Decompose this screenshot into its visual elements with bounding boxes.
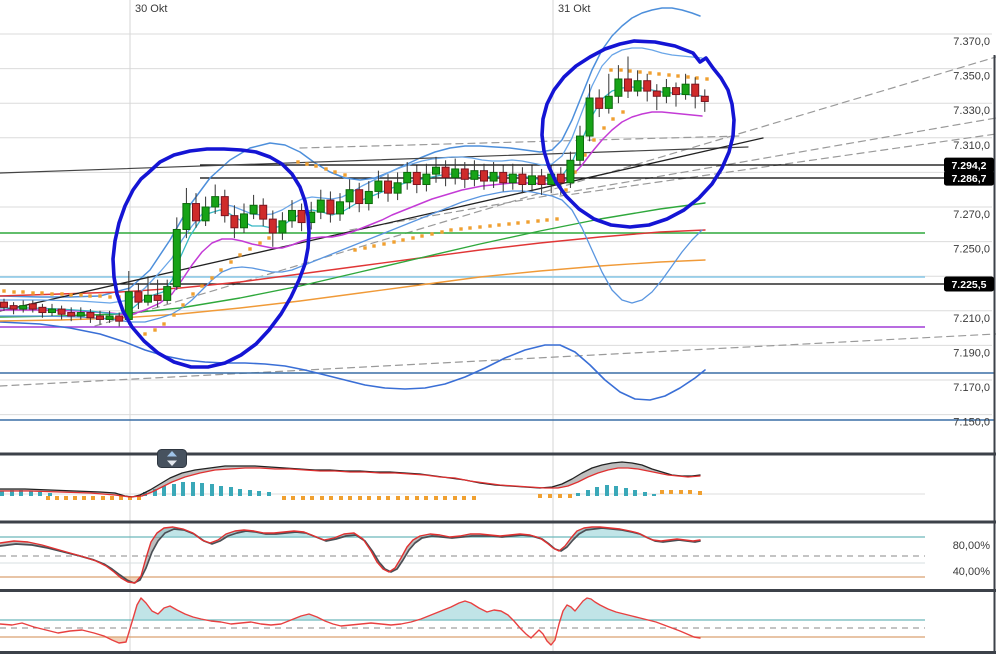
candle-up (211, 196, 220, 208)
candle-down (57, 308, 66, 315)
candle-up (240, 213, 248, 229)
candle-down (38, 306, 47, 314)
candle-up (566, 159, 575, 184)
candle-up (633, 80, 642, 92)
candle-up (393, 182, 402, 194)
candle-down (220, 196, 229, 217)
candle-down (441, 166, 450, 179)
candle-down (624, 78, 632, 92)
candle-down (134, 291, 143, 303)
candle-up (470, 170, 479, 180)
candle-up (76, 312, 85, 317)
price-label: 7.150,0 (953, 417, 990, 429)
percent-label: 80,00% (953, 540, 991, 552)
price-label: 7.170,0 (953, 382, 990, 394)
candle-down (192, 203, 200, 222)
candle-up (288, 209, 296, 222)
price-badge-text: 7.225,5 (951, 279, 986, 291)
candle-down (518, 173, 527, 186)
candle-down (153, 294, 162, 301)
price-label: 7.310,0 (953, 140, 990, 152)
candle-up (316, 199, 325, 213)
price-badge-text: 7.294,2 (951, 160, 986, 172)
price-label: 7.370,0 (953, 36, 990, 48)
candle-down (28, 303, 37, 310)
candle-up (19, 305, 28, 310)
candle-up (163, 286, 172, 301)
candle-down (700, 95, 709, 102)
candle-up (662, 87, 671, 97)
date-label: 30 Okt (135, 3, 167, 15)
candle-down (0, 301, 8, 308)
price-label: 7.270,0 (953, 209, 990, 221)
price-badge-text: 7.286,7 (951, 173, 986, 185)
candle-down (412, 171, 421, 186)
candle-down (268, 218, 277, 234)
candle-up (528, 175, 536, 186)
candle-down (86, 312, 95, 319)
candle-down (537, 175, 546, 186)
candle-up (172, 228, 181, 288)
candle-up (614, 78, 623, 97)
candle-up (105, 315, 114, 320)
candle-up (451, 168, 460, 179)
candle-up (432, 166, 440, 175)
candle-up (576, 135, 584, 161)
candle-down (652, 90, 661, 97)
trading-chart-window: 30 Okt 31 Okt 7.370,0 7.350,0 7.330,0 7.310,0… (0, 0, 996, 654)
candle-down (9, 305, 18, 310)
candle-up (681, 83, 690, 96)
candle-up (48, 308, 56, 314)
candle-up (508, 173, 517, 184)
candle-down (595, 97, 604, 109)
candle-up (364, 190, 373, 205)
price-label: 7.250,0 (953, 244, 990, 256)
percent-label: 40,00% (953, 566, 991, 578)
candle-up (201, 206, 210, 222)
candle-down (355, 189, 364, 205)
price-label: 7.190,0 (953, 347, 990, 359)
candle-down (460, 168, 469, 180)
candle-up (374, 180, 383, 192)
candle-down (115, 315, 124, 322)
candle-down (67, 312, 76, 317)
candle-down (499, 171, 508, 184)
date-label: 31 Okt (558, 3, 590, 15)
candle-up (182, 203, 191, 230)
candle-up (585, 97, 594, 137)
candle-down (556, 173, 565, 184)
candle-down (643, 80, 652, 92)
candle-down (230, 215, 239, 229)
candle-up (144, 294, 152, 303)
candle-down (691, 83, 700, 97)
panel-splitter-handle[interactable] (157, 449, 187, 468)
price-label: 7.330,0 (953, 105, 990, 117)
candle-down (326, 199, 335, 215)
price-label: 7.210,0 (953, 313, 990, 325)
candle-down (96, 315, 104, 320)
candle-down (384, 180, 392, 194)
candle-down (480, 170, 488, 182)
candle-up (403, 171, 412, 184)
candle-up (336, 201, 344, 215)
candle-up (604, 95, 613, 109)
candle-up (249, 204, 258, 215)
chart-svg[interactable]: 30 Okt 31 Okt 7.370,0 7.350,0 7.330,0 7.310,0… (0, 0, 996, 654)
candle-down (297, 209, 306, 224)
candle-up (489, 171, 498, 182)
candle-up (345, 189, 354, 203)
price-label: 7.350,0 (953, 71, 990, 83)
candle-down (672, 87, 680, 96)
candle-up (278, 220, 287, 234)
candle-up (422, 173, 431, 186)
candle-down (259, 204, 268, 220)
